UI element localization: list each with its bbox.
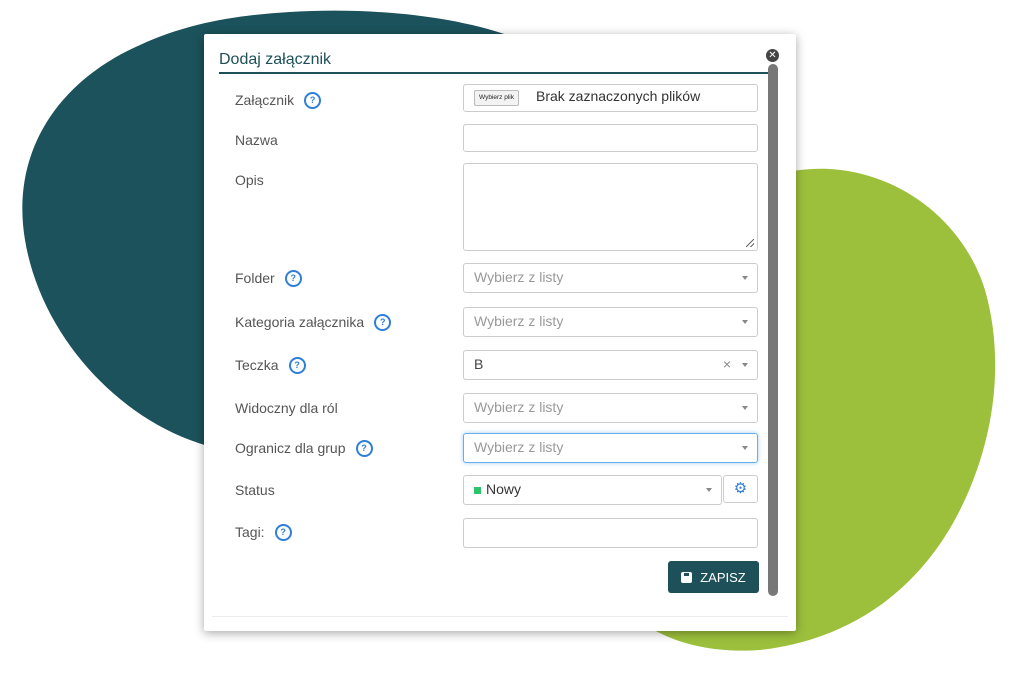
status-select[interactable]: Nowy (463, 475, 722, 505)
add-attachment-dialog: Dodaj załącznik ✕ Załącznik ? Wybierz pl… (204, 34, 796, 631)
category-row-label: Kategoria załącznika ? (235, 311, 392, 333)
description-textarea[interactable] (463, 163, 758, 251)
groups-row-label: Ogranicz dla grup ? (235, 437, 373, 459)
groups-label: Ogranicz dla grup (235, 440, 346, 456)
gear-icon: ⚙ (733, 480, 748, 497)
title-divider (219, 72, 775, 74)
tags-label: Tagi: (235, 524, 265, 540)
chevron-down-icon[interactable] (742, 276, 748, 280)
folder-select[interactable]: Wybierz z listy (463, 263, 758, 293)
category-label: Kategoria załącznika (235, 314, 365, 330)
name-input[interactable] (463, 124, 758, 152)
status-label: Status (235, 482, 275, 498)
category-select[interactable]: Wybierz z listy (463, 307, 758, 337)
status-value: Nowy (486, 481, 522, 497)
save-button-label: ZAPISZ (700, 569, 746, 585)
attachment-label: Załącznik (235, 92, 295, 108)
folder-case-label: Teczka (235, 357, 279, 373)
clear-icon[interactable]: × (723, 356, 731, 372)
chevron-down-icon[interactable] (742, 320, 748, 324)
help-icon[interactable]: ? (304, 91, 322, 109)
roles-select[interactable]: Wybierz z listy (463, 393, 758, 423)
dialog-title: Dodaj załącznik (219, 51, 332, 68)
chevron-down-icon[interactable] (706, 488, 712, 492)
help-icon[interactable]: ? (355, 439, 373, 457)
folder-label: Folder (235, 270, 275, 286)
help-icon[interactable]: ? (274, 523, 292, 541)
scrollbar[interactable] (768, 64, 778, 596)
name-row-label: Nazwa (235, 129, 278, 151)
close-icon[interactable]: ✕ (766, 49, 779, 62)
folder-case-row-label: Teczka ? (235, 354, 306, 376)
folder-case-value: B (474, 356, 484, 372)
name-label: Nazwa (235, 132, 278, 148)
chevron-down-icon[interactable] (742, 363, 748, 367)
roles-label: Widoczny dla ról (235, 400, 338, 416)
groups-placeholder: Wybierz z listy (474, 439, 564, 455)
footer-divider (212, 616, 788, 617)
attachment-row-label: Załącznik ? (235, 89, 322, 111)
help-icon[interactable]: ? (288, 356, 306, 374)
groups-select[interactable]: Wybierz z listy (463, 433, 758, 463)
description-row-label: Opis (235, 169, 264, 191)
roles-row-label: Widoczny dla ról (235, 397, 338, 419)
chevron-down-icon[interactable] (742, 446, 748, 450)
description-label: Opis (235, 172, 264, 188)
resize-handle-icon[interactable] (746, 239, 754, 247)
save-icon (681, 571, 693, 583)
status-settings-button[interactable]: ⚙ (723, 475, 758, 503)
attachment-file-input[interactable]: Wybierz plik Brak zaznaczonych plików (463, 84, 758, 112)
chevron-down-icon[interactable] (742, 406, 748, 410)
folder-case-select[interactable]: B × (463, 350, 758, 380)
status-row-label: Status (235, 479, 275, 501)
choose-file-button[interactable]: Wybierz plik (474, 90, 519, 106)
status-indicator (474, 487, 481, 494)
save-button[interactable]: ZAPISZ (668, 561, 759, 593)
roles-placeholder: Wybierz z listy (474, 399, 564, 415)
tags-input[interactable] (463, 518, 758, 548)
no-file-text: Brak zaznaczonych plików (536, 88, 701, 104)
help-icon[interactable]: ? (374, 313, 392, 331)
tags-row-label: Tagi: ? (235, 521, 292, 543)
help-icon[interactable]: ? (284, 269, 302, 287)
category-placeholder: Wybierz z listy (474, 313, 564, 329)
folder-placeholder: Wybierz z listy (474, 269, 564, 285)
folder-row-label: Folder ? (235, 267, 302, 289)
